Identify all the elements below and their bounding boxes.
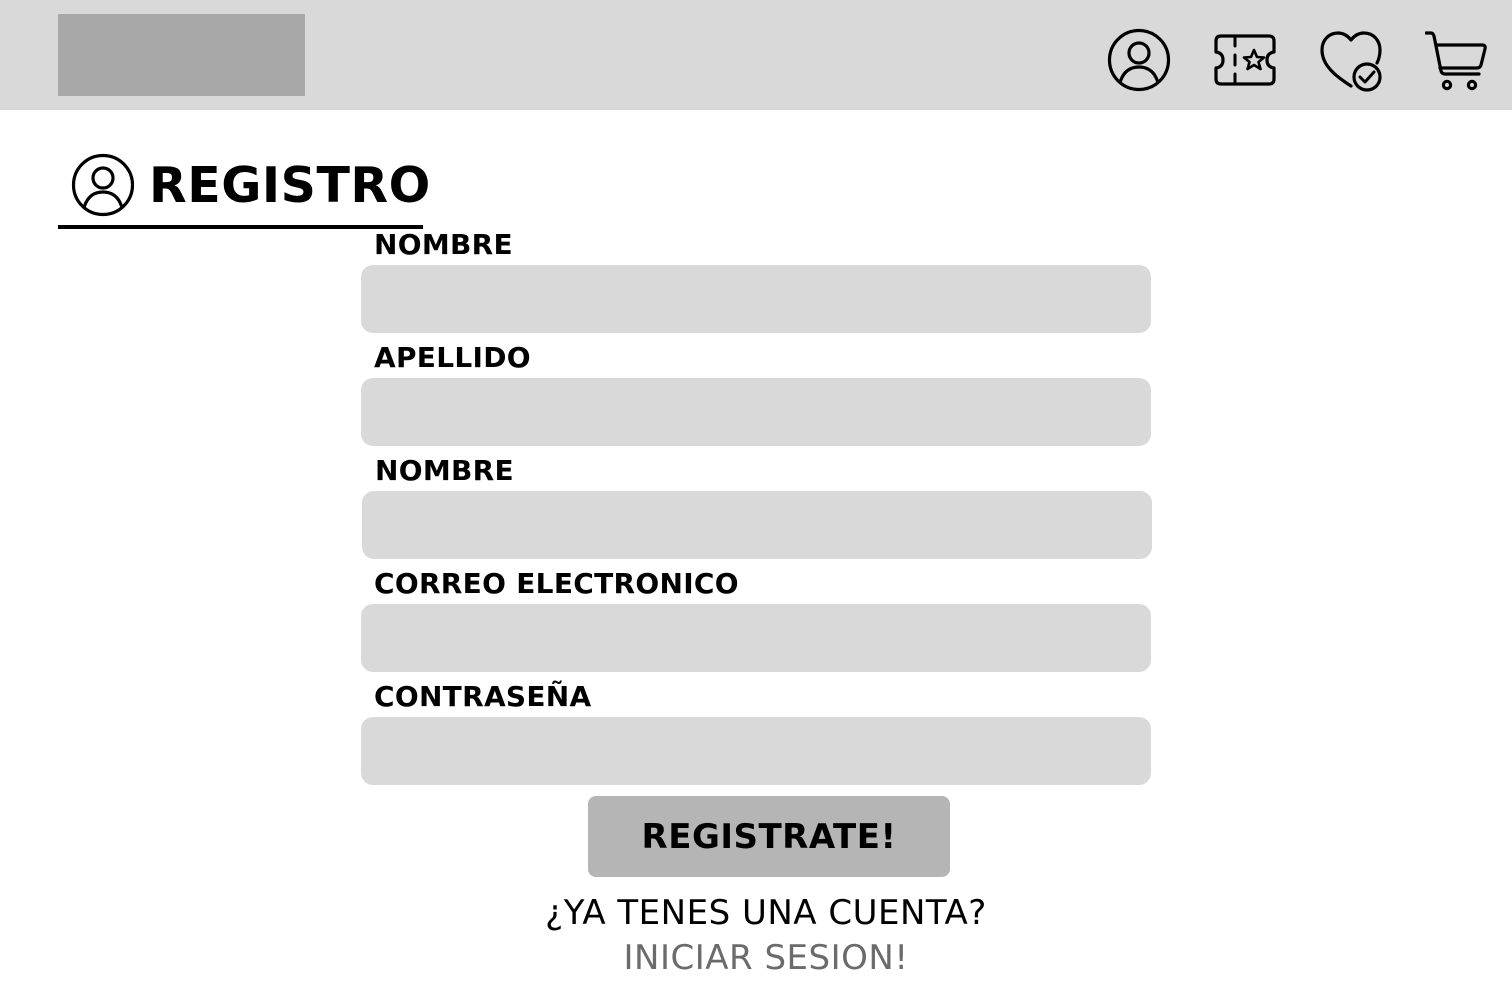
registro-heading: REGISTRO — [58, 150, 430, 230]
nombre-input[interactable] — [361, 265, 1151, 333]
correo-label: CORREO ELECTRONICO — [374, 567, 739, 600]
page-title: REGISTRO — [149, 157, 431, 214]
apellido-input[interactable] — [361, 378, 1151, 446]
user-icon[interactable] — [1107, 28, 1171, 92]
nombre-second-input[interactable] — [362, 491, 1152, 559]
nombre-second-label: NOMBRE — [375, 454, 514, 487]
cart-icon[interactable] — [1425, 28, 1489, 92]
logo-placeholder[interactable] — [58, 14, 305, 96]
account-question-text: ¿YA TENES UNA CUENTA? — [545, 893, 987, 933]
title-underline — [58, 225, 423, 229]
login-link[interactable]: INICIAR SESION! — [10, 938, 1512, 978]
ticket-icon[interactable] — [1213, 28, 1277, 92]
correo-input[interactable] — [361, 604, 1151, 672]
top-header — [0, 0, 1512, 110]
contrasena-label: CONTRASEÑA — [374, 680, 592, 713]
nombre-label: NOMBRE — [374, 228, 513, 261]
contrasena-input[interactable] — [361, 717, 1151, 785]
register-button[interactable]: REGISTRATE! — [588, 796, 950, 877]
heart-check-icon[interactable] — [1319, 28, 1383, 92]
user-icon — [71, 153, 135, 217]
apellido-label: APELLIDO — [374, 341, 531, 374]
